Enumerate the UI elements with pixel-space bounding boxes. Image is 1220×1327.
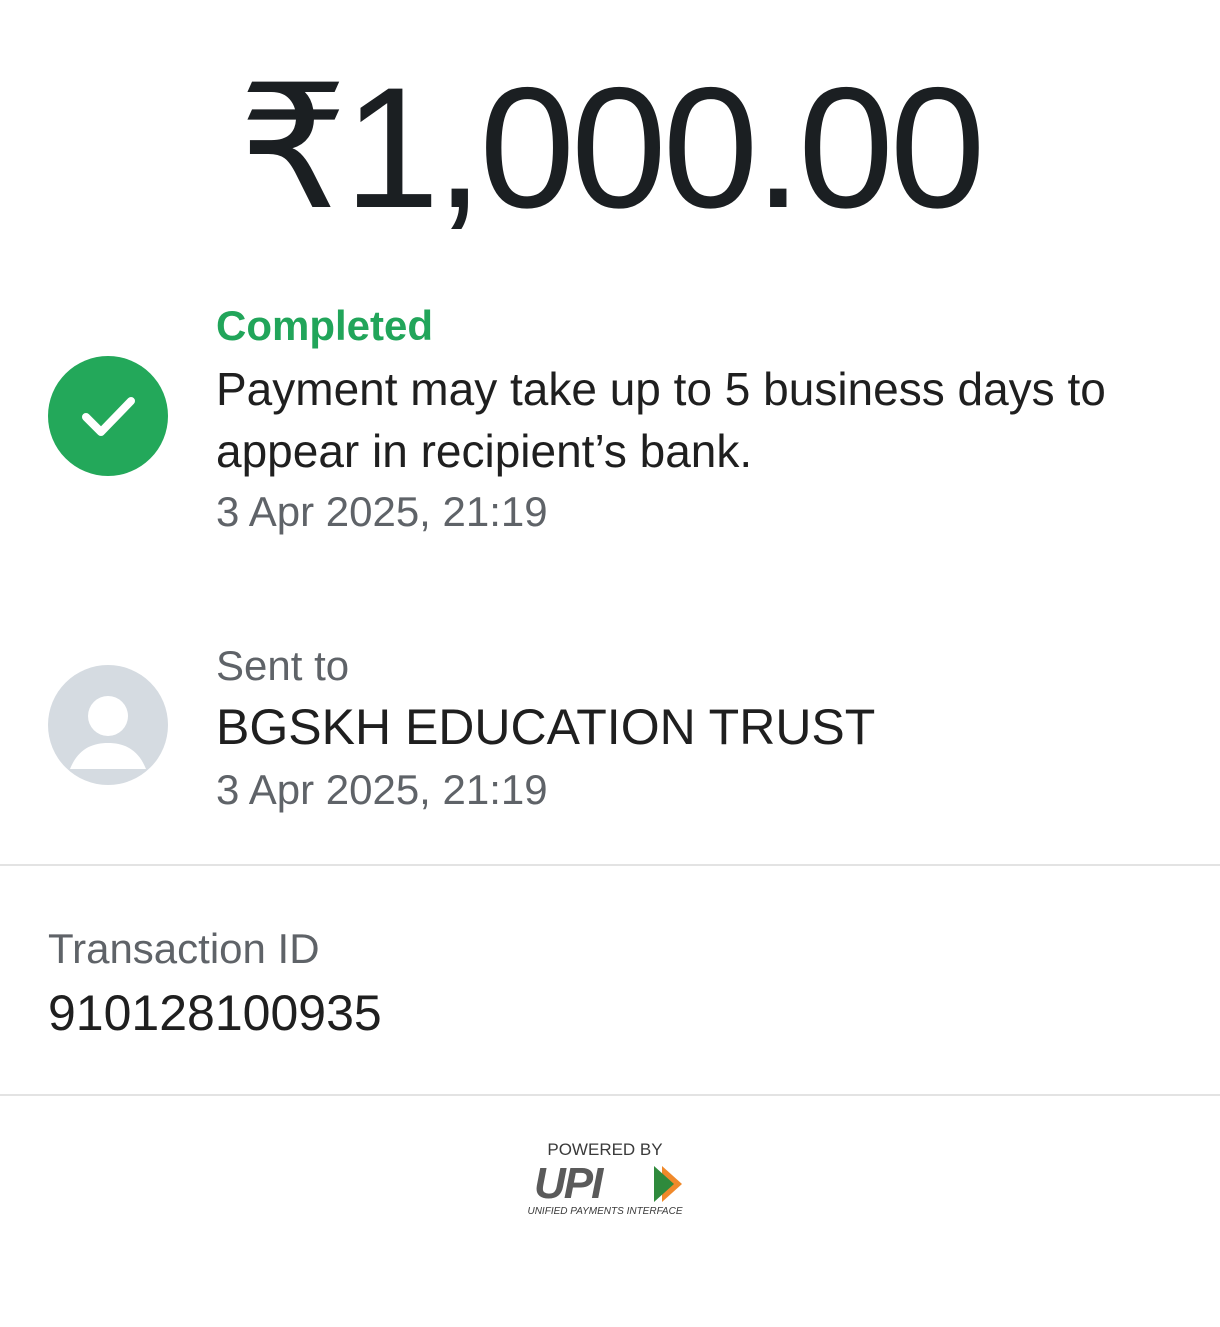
amount: ₹1,000.00	[238, 52, 986, 244]
check-icon	[82, 397, 135, 436]
person-icon	[70, 696, 146, 769]
upi-logo: UPI	[534, 1160, 682, 1206]
transaction-id-value: 910128100935	[48, 985, 382, 1041]
transaction-id-label: Transaction ID	[48, 925, 320, 972]
sent-to-label: Sent to	[216, 642, 350, 689]
upi-tagline: UNIFIED PAYMENTS INTERFACE	[527, 1206, 683, 1217]
status-icon	[48, 356, 168, 476]
divider-top	[0, 864, 1220, 866]
status-timestamp: 3 Apr 2025, 21:19	[216, 488, 548, 535]
svg-text:UPI: UPI	[534, 1160, 604, 1206]
recipient-avatar	[48, 665, 168, 785]
status-label: Completed	[216, 302, 434, 349]
divider-bottom	[0, 1094, 1220, 1096]
recipient-name: BGSKH EDUCATION TRUST	[216, 699, 876, 755]
sent-timestamp: 3 Apr 2025, 21:19	[216, 766, 548, 813]
status-message: Payment may take up to 5 business days t…	[216, 363, 1106, 477]
powered-by-text: POWERED BY	[547, 1140, 663, 1159]
upi-branding: POWERED BY UPI UNIFIED PAYMENTS INTERFAC…	[520, 1140, 700, 1222]
